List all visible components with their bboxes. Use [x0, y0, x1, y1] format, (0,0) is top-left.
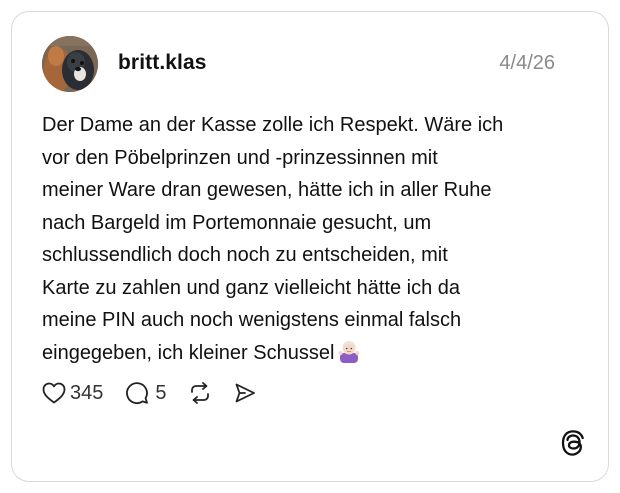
reply-button[interactable]: 5: [125, 381, 167, 405]
post-card: britt.klas 4/4/26 Der Dame an der Kasse …: [11, 11, 609, 482]
share-button[interactable]: [233, 381, 257, 405]
person-shrugging-emoji-icon: [337, 339, 361, 363]
post-actions: 345 5: [42, 378, 257, 408]
post-date: 4/4/26: [499, 52, 555, 74]
repost-icon: [187, 381, 213, 405]
speech-bubble-icon: [125, 381, 149, 405]
post-text: Der Dame an der Kasse zolle ich Respekt.…: [42, 109, 572, 369]
threads-logo-icon[interactable]: [560, 429, 586, 457]
heart-icon: [42, 382, 66, 404]
post-text-content: Der Dame an der Kasse zolle ich Respekt.…: [42, 114, 504, 364]
repost-button[interactable]: [187, 381, 213, 405]
reply-count: 5: [155, 381, 167, 404]
like-count: 345: [70, 381, 104, 404]
send-icon: [233, 381, 257, 405]
like-button[interactable]: 345: [42, 382, 103, 405]
avatar[interactable]: [42, 36, 98, 92]
username[interactable]: britt.klas: [118, 51, 207, 75]
